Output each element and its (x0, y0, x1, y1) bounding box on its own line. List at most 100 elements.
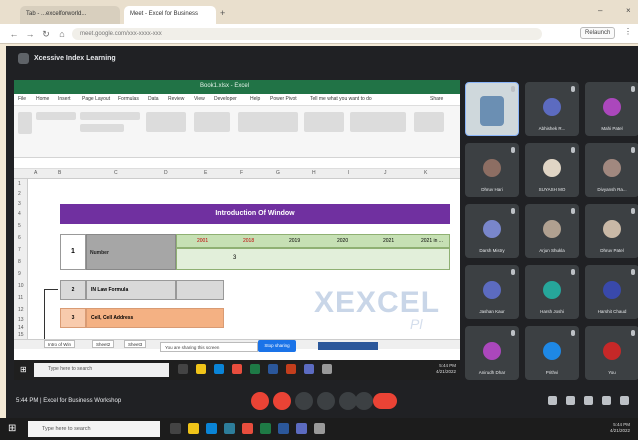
menu-view[interactable]: View (194, 96, 205, 102)
home-icon[interactable]: ⌂ (56, 28, 68, 40)
row3-label-cell[interactable]: Cell, Cell Address (86, 308, 224, 328)
row-1[interactable]: 1 (18, 181, 21, 187)
activities-icon[interactable] (602, 396, 611, 405)
sheet-tab-2[interactable]: Sheet2 (92, 340, 115, 348)
os-file-explorer-icon[interactable] (188, 423, 199, 434)
mic-off-button[interactable] (251, 392, 269, 410)
row-5[interactable]: 5 (18, 223, 21, 229)
col-h[interactable]: H (312, 170, 316, 176)
lock-icon[interactable] (620, 396, 629, 405)
relaunch-button[interactable]: Relaunch (580, 27, 616, 39)
row-14[interactable]: 14 (18, 325, 24, 331)
end-call-button[interactable] (373, 393, 397, 409)
powerpoint-icon[interactable] (286, 364, 296, 374)
shared-start-icon[interactable]: ⊞ (20, 365, 27, 374)
ribbon-editing[interactable] (350, 112, 406, 132)
stop-sharing-button[interactable]: Stop sharing (258, 340, 296, 352)
os-search-box[interactable]: Type here to search (28, 421, 160, 437)
sheet-tab-3[interactable]: Sheet3 (124, 340, 147, 348)
tell-me-search[interactable]: Tell me what you want to do (310, 96, 372, 102)
row-6[interactable]: 6 (18, 235, 21, 241)
new-tab-icon[interactable]: + (220, 8, 225, 18)
ribbon-cells[interactable] (304, 112, 344, 132)
menu-formulas[interactable]: Formulas (118, 96, 139, 102)
row-2[interactable]: 2 (18, 191, 21, 197)
row-11[interactable]: 11 (18, 295, 23, 301)
col-k[interactable]: K (424, 170, 427, 176)
sheet-banner[interactable]: Introduction Of Window (60, 204, 450, 224)
row-12[interactable]: 12 (18, 307, 24, 313)
menu-review[interactable]: Review (168, 96, 184, 102)
paste-button[interactable] (18, 112, 32, 134)
os-task-view-icon[interactable] (170, 423, 181, 434)
task-view-icon[interactable] (178, 364, 188, 374)
ribbon-font[interactable] (80, 112, 140, 120)
year-cell[interactable]: 2019 (289, 238, 300, 244)
col-b[interactable]: B (58, 170, 61, 176)
menu-developer[interactable]: Developer (214, 96, 237, 102)
row-7[interactable]: 7 (18, 247, 21, 253)
reload-icon[interactable]: ↻ (40, 28, 52, 40)
os-store-icon[interactable] (224, 423, 235, 434)
year-cell[interactable]: 2021 in ... (421, 238, 443, 244)
menu-share[interactable]: Share (430, 96, 443, 102)
row1-number-cell[interactable]: 1 (60, 234, 86, 270)
col-e[interactable]: E (204, 170, 207, 176)
menu-power-pivot[interactable]: Power Pivot (270, 96, 297, 102)
os-word-icon[interactable] (278, 423, 289, 434)
col-d[interactable]: D (164, 170, 168, 176)
row1-label-cell[interactable]: Number (86, 234, 176, 270)
menu-insert[interactable]: Insert (58, 96, 71, 102)
teams-icon[interactable] (304, 364, 314, 374)
menu-help[interactable]: Help (250, 96, 260, 102)
row2-extra-cell[interactable] (176, 280, 224, 300)
os-excel-icon[interactable] (260, 423, 271, 434)
col-f[interactable]: F (240, 170, 243, 176)
year-cell[interactable]: 2018 (243, 238, 254, 244)
browser-menu-icon[interactable]: ⋮ (624, 27, 632, 36)
address-bar[interactable]: meet.google.com/xxx-xxxx-xxx (72, 28, 542, 40)
info-icon[interactable] (548, 396, 557, 405)
more-options-button[interactable] (355, 392, 373, 410)
row-13[interactable]: 13 (18, 317, 24, 323)
os-chrome-icon[interactable] (242, 423, 253, 434)
close-icon[interactable]: × (626, 6, 631, 15)
shared-search-box[interactable]: Type here to search (34, 363, 169, 377)
captions-button[interactable] (295, 392, 313, 410)
os-teams-icon[interactable] (296, 423, 307, 434)
col-j[interactable]: J (384, 170, 387, 176)
menu-page-layout[interactable]: Page Layout (82, 96, 110, 102)
col-g[interactable]: G (276, 170, 280, 176)
formula-bar[interactable] (14, 159, 460, 169)
col-a[interactable]: A (34, 170, 37, 176)
menu-file[interactable]: File (18, 96, 26, 102)
sheet-tab-intro[interactable]: Intro of Win (44, 340, 76, 348)
row-8[interactable]: 8 (18, 259, 21, 265)
year-cell[interactable]: 2021 (383, 238, 394, 244)
forward-icon[interactable]: → (24, 28, 36, 40)
menu-data[interactable]: Data (148, 96, 159, 102)
start-icon[interactable]: ⊞ (8, 424, 18, 434)
chrome-icon[interactable] (232, 364, 242, 374)
ribbon-styles[interactable] (238, 112, 298, 132)
ribbon-ideas[interactable] (414, 112, 444, 132)
row-15[interactable]: 15 (18, 332, 24, 338)
word-icon[interactable] (268, 364, 278, 374)
os-edge-icon[interactable] (206, 423, 217, 434)
ribbon-number[interactable] (194, 112, 230, 132)
col-i[interactable]: I (348, 170, 349, 176)
row-4[interactable]: 4 (18, 211, 21, 217)
minimize-icon[interactable]: – (598, 6, 602, 15)
row-10[interactable]: 10 (18, 283, 24, 289)
chat-icon[interactable] (584, 396, 593, 405)
back-icon[interactable]: ← (8, 28, 20, 40)
year-cell[interactable]: 2001 (197, 238, 208, 244)
row2-number-cell[interactable]: 2 (60, 280, 86, 300)
edge-icon[interactable] (214, 364, 224, 374)
ribbon-font-style[interactable] (80, 124, 124, 132)
ribbon-alignment[interactable] (146, 112, 186, 132)
year-cell[interactable]: 2020 (337, 238, 348, 244)
row2-label-cell[interactable]: IN Law Formula (86, 280, 176, 300)
menu-home[interactable]: Home (36, 96, 49, 102)
ribbon-clipboard[interactable] (36, 112, 76, 120)
